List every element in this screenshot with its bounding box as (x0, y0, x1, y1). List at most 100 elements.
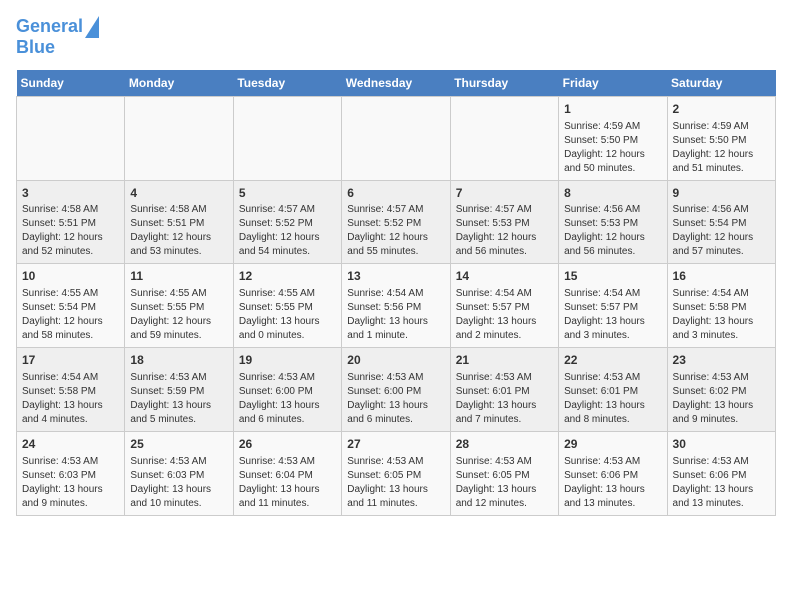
day-cell-4-6: 30Sunrise: 4:53 AM Sunset: 6:06 PM Dayli… (667, 431, 775, 515)
day-cell-3-1: 18Sunrise: 4:53 AM Sunset: 5:59 PM Dayli… (125, 348, 233, 432)
day-info: Sunrise: 4:55 AM Sunset: 5:55 PM Dayligh… (130, 287, 227, 343)
day-cell-4-1: 25 Sunrise: 4:53 AM Sunset: 6:03 PM Dayli… (125, 431, 233, 515)
day-info: Sunrise: 4:53 AM Sunset: 6:01 PM Dayligh… (564, 371, 661, 427)
day-info: Sunrise: 4:55 AM Sunset: 5:54 PM Dayligh… (22, 287, 119, 343)
day-info: Sunrise: 4:54 AM Sunset: 5:57 PM Dayligh… (456, 287, 553, 343)
week-row-1: 1 Sunrise: 4:59 AM Sunset: 5:50 PM Daylig… (17, 96, 776, 180)
day-cell-1-4: 7Sunrise: 4:57 AM Sunset: 5:53 PM Daylig… (450, 180, 558, 264)
day-info: Sunrise: 4:57 AM Sunset: 5:53 PM Dayligh… (456, 203, 553, 259)
day-cell-4-0: 24 Sunrise: 4:53 AM Sunset: 6:03 PM Dayli… (17, 431, 125, 515)
day-info: Sunrise: 4:57 AM Sunset: 5:52 PM Dayligh… (347, 203, 444, 259)
day-number: 23 (673, 352, 770, 369)
day-cell-3-6: 23 Sunrise: 4:53 AM Sunset: 6:02 PM Dayli… (667, 348, 775, 432)
day-info: Sunrise: 4:54 AM Sunset: 5:57 PM Dayligh… (564, 287, 661, 343)
calendar-table: SundayMondayTuesdayWednesdayThursdayFrid… (16, 70, 776, 516)
day-cell-1-0: 3Sunrise: 4:58 AM Sunset: 5:51 PM Daylig… (17, 180, 125, 264)
day-cell-2-6: 16Sunrise: 4:54 AM Sunset: 5:58 PM Dayli… (667, 264, 775, 348)
day-cell-3-0: 17 Sunrise: 4:54 AM Sunset: 5:58 PM Dayli… (17, 348, 125, 432)
day-info: Sunrise: 4:56 AM Sunset: 5:53 PM Dayligh… (564, 203, 661, 259)
day-number: 1 (564, 101, 661, 118)
day-cell-2-1: 11 Sunrise: 4:55 AM Sunset: 5:55 PM Dayli… (125, 264, 233, 348)
day-number: 10 (22, 268, 119, 285)
day-number: 28 (456, 436, 553, 453)
day-cell-4-4: 28Sunrise: 4:53 AM Sunset: 6:05 PM Dayli… (450, 431, 558, 515)
day-number: 21 (456, 352, 553, 369)
day-info: Sunrise: 4:53 AM Sunset: 6:03 PM Dayligh… (130, 455, 227, 511)
day-cell-0-4 (450, 96, 558, 180)
week-row-3: 10 Sunrise: 4:55 AM Sunset: 5:54 PM Dayli… (17, 264, 776, 348)
day-number: 17 (22, 352, 119, 369)
day-number: 18 (130, 352, 227, 369)
day-number: 19 (239, 352, 336, 369)
day-number: 12 (239, 268, 336, 285)
day-cell-2-2: 12 Sunrise: 4:55 AM Sunset: 5:55 PM Dayli… (233, 264, 341, 348)
week-row-5: 24 Sunrise: 4:53 AM Sunset: 6:03 PM Dayli… (17, 431, 776, 515)
day-number: 27 (347, 436, 444, 453)
day-number: 14 (456, 268, 553, 285)
day-cell-0-5: 1 Sunrise: 4:59 AM Sunset: 5:50 PM Daylig… (559, 96, 667, 180)
day-info: Sunrise: 4:55 AM Sunset: 5:55 PM Dayligh… (239, 287, 336, 343)
week-row-2: 3Sunrise: 4:58 AM Sunset: 5:51 PM Daylig… (17, 180, 776, 264)
day-info: Sunrise: 4:53 AM Sunset: 6:03 PM Dayligh… (22, 455, 119, 511)
week-row-4: 17 Sunrise: 4:54 AM Sunset: 5:58 PM Dayli… (17, 348, 776, 432)
day-number: 4 (130, 185, 227, 202)
day-cell-0-6: 2 Sunrise: 4:59 AM Sunset: 5:50 PM Daylig… (667, 96, 775, 180)
day-info: Sunrise: 4:59 AM Sunset: 5:50 PM Dayligh… (564, 120, 661, 176)
day-info: Sunrise: 4:56 AM Sunset: 5:54 PM Dayligh… (673, 203, 770, 259)
day-info: Sunrise: 4:57 AM Sunset: 5:52 PM Dayligh… (239, 203, 336, 259)
day-info: Sunrise: 4:58 AM Sunset: 5:51 PM Dayligh… (22, 203, 119, 259)
logo-triangle-icon (85, 16, 99, 38)
logo: General Blue (16, 16, 99, 58)
header-wednesday: Wednesday (342, 70, 450, 97)
day-cell-0-2 (233, 96, 341, 180)
day-number: 26 (239, 436, 336, 453)
header-monday: Monday (125, 70, 233, 97)
header-thursday: Thursday (450, 70, 558, 97)
header-tuesday: Tuesday (233, 70, 341, 97)
day-info: Sunrise: 4:53 AM Sunset: 6:04 PM Dayligh… (239, 455, 336, 511)
day-info: Sunrise: 4:53 AM Sunset: 6:01 PM Dayligh… (456, 371, 553, 427)
day-info: Sunrise: 4:53 AM Sunset: 6:06 PM Dayligh… (673, 455, 770, 511)
day-cell-2-4: 14 Sunrise: 4:54 AM Sunset: 5:57 PM Dayli… (450, 264, 558, 348)
day-info: Sunrise: 4:53 AM Sunset: 6:06 PM Dayligh… (564, 455, 661, 511)
day-cell-4-2: 26 Sunrise: 4:53 AM Sunset: 6:04 PM Dayli… (233, 431, 341, 515)
day-number: 16 (673, 268, 770, 285)
day-number: 13 (347, 268, 444, 285)
day-number: 6 (347, 185, 444, 202)
logo-text-general: General (16, 17, 83, 37)
day-number: 7 (456, 185, 553, 202)
day-cell-1-1: 4Sunrise: 4:58 AM Sunset: 5:51 PM Daylig… (125, 180, 233, 264)
header-sunday: Sunday (17, 70, 125, 97)
day-cell-0-1 (125, 96, 233, 180)
day-number: 2 (673, 101, 770, 118)
day-number: 11 (130, 268, 227, 285)
header-friday: Friday (559, 70, 667, 97)
day-info: Sunrise: 4:54 AM Sunset: 5:58 PM Dayligh… (22, 371, 119, 427)
day-cell-4-3: 27 Sunrise: 4:53 AM Sunset: 6:05 PM Dayli… (342, 431, 450, 515)
day-info: Sunrise: 4:53 AM Sunset: 6:05 PM Dayligh… (347, 455, 444, 511)
day-number: 8 (564, 185, 661, 202)
day-cell-1-6: 9Sunrise: 4:56 AM Sunset: 5:54 PM Daylig… (667, 180, 775, 264)
day-cell-2-0: 10 Sunrise: 4:55 AM Sunset: 5:54 PM Dayli… (17, 264, 125, 348)
day-number: 25 (130, 436, 227, 453)
day-cell-1-2: 5Sunrise: 4:57 AM Sunset: 5:52 PM Daylig… (233, 180, 341, 264)
day-number: 20 (347, 352, 444, 369)
day-info: Sunrise: 4:53 AM Sunset: 6:00 PM Dayligh… (347, 371, 444, 427)
header-saturday: Saturday (667, 70, 775, 97)
day-cell-3-3: 20 Sunrise: 4:53 AM Sunset: 6:00 PM Dayli… (342, 348, 450, 432)
day-info: Sunrise: 4:53 AM Sunset: 6:02 PM Dayligh… (673, 371, 770, 427)
day-cell-2-3: 13 Sunrise: 4:54 AM Sunset: 5:56 PM Dayli… (342, 264, 450, 348)
day-number: 29 (564, 436, 661, 453)
logo-text-blue: Blue (16, 38, 55, 58)
day-info: Sunrise: 4:59 AM Sunset: 5:50 PM Dayligh… (673, 120, 770, 176)
day-cell-3-4: 21 Sunrise: 4:53 AM Sunset: 6:01 PM Dayli… (450, 348, 558, 432)
day-cell-4-5: 29 Sunrise: 4:53 AM Sunset: 6:06 PM Dayli… (559, 431, 667, 515)
page-header: General Blue (16, 16, 776, 58)
day-cell-1-5: 8Sunrise: 4:56 AM Sunset: 5:53 PM Daylig… (559, 180, 667, 264)
day-number: 24 (22, 436, 119, 453)
day-number: 22 (564, 352, 661, 369)
day-info: Sunrise: 4:54 AM Sunset: 5:56 PM Dayligh… (347, 287, 444, 343)
day-cell-3-2: 19Sunrise: 4:53 AM Sunset: 6:00 PM Dayli… (233, 348, 341, 432)
calendar-header-row: SundayMondayTuesdayWednesdayThursdayFrid… (17, 70, 776, 97)
day-number: 5 (239, 185, 336, 202)
